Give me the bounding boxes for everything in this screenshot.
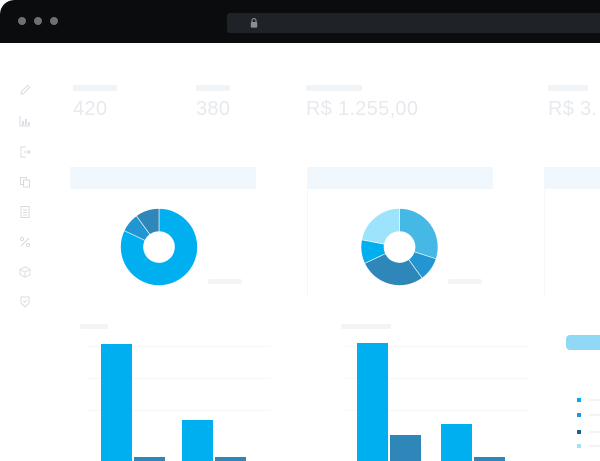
bar-b-series-1 [215,457,246,461]
legend-swatch [577,398,581,402]
donut-chart [120,208,198,286]
stat-value: R$ 3. [548,98,598,120]
donut-chart [360,208,439,286]
legend-label-placeholder [589,414,600,416]
stat-value: R$ 1.255,00 [306,98,419,120]
maximize-window-button[interactable] [50,17,58,25]
card-header [544,167,600,189]
browser-window: 420 380 R$ 1.255,00 R$ 3. [0,0,600,461]
donut-slice-0 [399,208,439,260]
badge-icon[interactable] [18,295,32,309]
legend-label-placeholder [589,399,600,401]
logout-icon[interactable] [18,145,32,159]
stat-label-placeholder [548,85,588,91]
bar-b-series-0 [182,420,213,461]
address-bar[interactable] [227,13,600,33]
minimize-window-button[interactable] [34,17,42,25]
stat-label-placeholder [73,85,117,91]
filter-pill[interactable] [566,335,600,350]
lock-icon [250,18,258,28]
legend-label-placeholder [589,445,600,447]
copy-icon[interactable] [18,175,32,189]
bar-a-series-0 [101,344,132,461]
legend-swatch [577,413,581,417]
chart-title-placeholder [341,324,391,329]
card-header [307,167,493,189]
box-icon[interactable] [18,265,32,279]
sidebar [0,43,52,461]
card-header [70,167,256,189]
close-window-button[interactable] [18,17,26,25]
card-divider [307,190,308,296]
bar-a-series-1 [134,457,165,461]
legend-label-placeholder [589,431,600,433]
chart-caption-placeholder [208,279,242,284]
stat-label-placeholder [196,85,230,91]
bar-b-series-0 [441,424,472,461]
card-divider [544,190,545,296]
document-icon[interactable] [18,205,32,219]
bar-a-series-1 [390,435,421,461]
legend-swatch [577,444,581,448]
bar-a-series-0 [357,343,388,461]
title-bar [0,0,600,43]
chart-title-placeholder [80,324,108,329]
pencil-icon[interactable] [18,83,32,97]
chart-icon[interactable] [18,114,32,128]
percent-icon[interactable] [18,235,32,249]
stat-value: 380 [196,98,231,120]
stat-label-placeholder [306,85,362,91]
chart-caption-placeholder [448,279,482,284]
bar-b-series-1 [474,457,505,461]
legend-swatch [577,430,581,434]
donut-slice-4 [361,208,400,245]
stat-value: 420 [73,98,108,120]
